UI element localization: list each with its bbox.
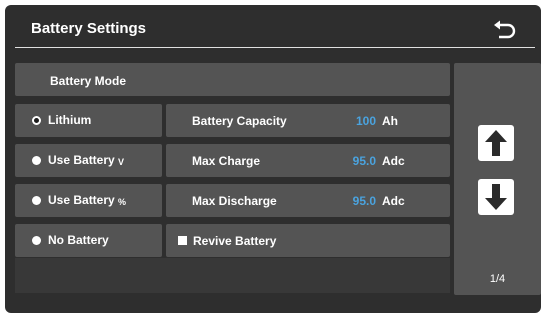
page-title: Battery Settings	[31, 20, 147, 37]
max-discharge-value[interactable]: 95.0	[316, 194, 376, 208]
back-arrow-icon[interactable]	[491, 18, 517, 42]
radio-unselected-icon[interactable]	[32, 156, 41, 165]
mode-option-label: Lithium	[48, 113, 92, 127]
page-nav-panel: 1/4	[454, 63, 541, 295]
revive-battery-label: Revive Battery	[193, 234, 277, 248]
arrow-up-icon[interactable]	[478, 125, 514, 161]
mode-option-no-battery[interactable]: No Battery	[15, 224, 162, 257]
max-charge-value[interactable]: 95.0	[316, 154, 376, 168]
mode-option-suffix: %	[118, 197, 127, 207]
battery-mode-header: Battery Mode	[15, 63, 450, 96]
radio-unselected-icon[interactable]	[32, 236, 41, 245]
mode-option-label: No Battery	[48, 233, 109, 247]
bottom-strip	[15, 258, 450, 293]
mode-option-label: Use Battery	[48, 153, 115, 167]
battery-mode-label: Battery Mode	[50, 74, 127, 88]
header-divider	[15, 47, 535, 48]
max-charge-row: Max Charge 95.0 Adc	[166, 144, 450, 177]
header-bar: Battery Settings	[15, 12, 535, 48]
radio-selected-icon[interactable]	[32, 116, 41, 125]
mode-option-label: Use Battery	[48, 193, 115, 207]
mode-option-lithium[interactable]: Lithium	[15, 104, 162, 137]
mode-option-use-battery-v[interactable]: Use Battery V	[15, 144, 162, 177]
battery-capacity-unit: Ah	[382, 114, 398, 128]
checkbox-icon[interactable]	[178, 236, 187, 245]
max-charge-label: Max Charge	[192, 154, 261, 168]
battery-capacity-value[interactable]: 100	[316, 114, 376, 128]
mode-option-use-battery-percent[interactable]: Use Battery %	[15, 184, 162, 217]
max-discharge-row: Max Discharge 95.0 Adc	[166, 184, 450, 217]
page-indicator: 1/4	[489, 273, 506, 285]
revive-battery-row[interactable]: Revive Battery	[166, 224, 450, 257]
battery-capacity-row: Battery Capacity 100 Ah	[166, 104, 450, 137]
max-discharge-unit: Adc	[382, 194, 405, 208]
radio-unselected-icon[interactable]	[32, 196, 41, 205]
arrow-down-icon[interactable]	[478, 179, 514, 215]
max-charge-unit: Adc	[382, 154, 405, 168]
mode-option-suffix: V	[118, 157, 125, 167]
battery-capacity-label: Battery Capacity	[192, 114, 287, 128]
max-discharge-label: Max Discharge	[192, 194, 277, 208]
